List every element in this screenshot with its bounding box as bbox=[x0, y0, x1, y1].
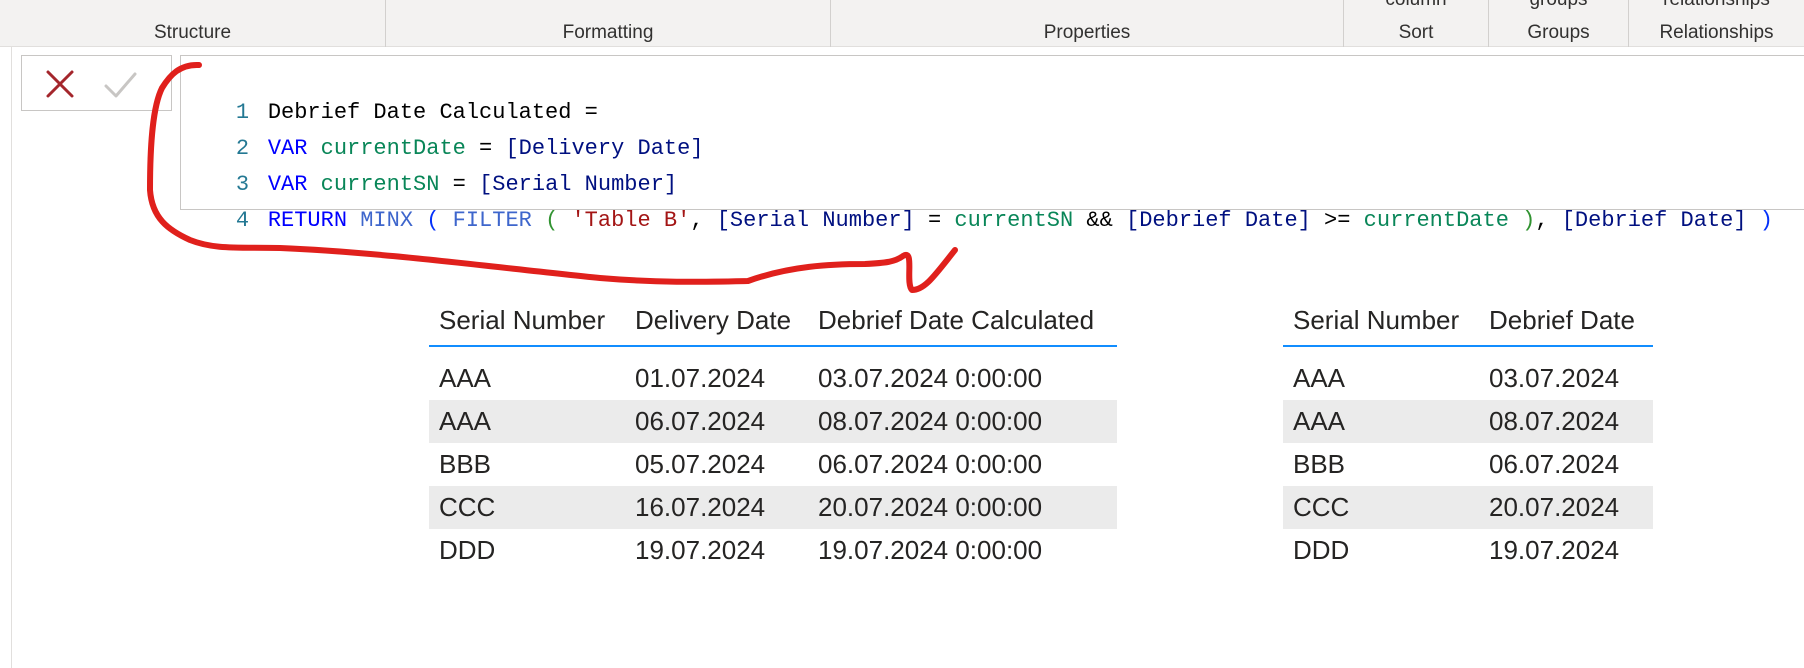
ribbon-group-structure: Structure bbox=[0, 0, 386, 47]
ribbon-group-label: Properties bbox=[1043, 22, 1131, 43]
left-gutter bbox=[11, 47, 12, 668]
code-line-3: 3 VAR currentSN = [Serial Number] bbox=[181, 134, 677, 197]
code-line-2: 2 VAR currentDate = [Delivery Date] bbox=[181, 98, 704, 161]
column-header[interactable]: Debrief Date bbox=[1479, 300, 1635, 340]
comma: , bbox=[690, 208, 704, 233]
table-row: AAA 06.07.2024 08.07.2024 0:00:00 bbox=[429, 400, 1117, 443]
code-line-4: 4 RETURN MINX ( FILTER ( 'Table B', [Seri… bbox=[181, 170, 1773, 233]
operator: && bbox=[1073, 208, 1127, 233]
ribbon-group-label: Groups bbox=[1527, 22, 1590, 43]
table-row: BBB 06.07.2024 bbox=[1283, 443, 1653, 486]
comma: , bbox=[1535, 208, 1549, 233]
table-row: BBB 05.07.2024 06.07.2024 0:00:00 bbox=[429, 443, 1117, 486]
table-cell: CCC bbox=[439, 492, 496, 522]
table-cell: 03.07.2024 bbox=[1489, 363, 1620, 393]
table-cell: BBB bbox=[1293, 449, 1346, 479]
paren: ) bbox=[1522, 208, 1536, 233]
table-cell: 19.07.2024 bbox=[635, 535, 766, 565]
table-row: CCC 16.07.2024 20.07.2024 0:00:00 bbox=[429, 486, 1117, 529]
ribbon: Structure Formatting Properties column S… bbox=[0, 0, 1804, 47]
table-row: CCC 20.07.2024 bbox=[1283, 486, 1653, 529]
operator: = bbox=[914, 208, 955, 233]
ribbon-group-label: Structure bbox=[153, 22, 232, 43]
column-header[interactable]: Serial Number bbox=[1283, 300, 1459, 340]
ribbon-group-label: Formatting bbox=[562, 22, 654, 43]
table-header: Serial Number Debrief Date bbox=[1283, 292, 1653, 347]
ribbon-group-groups: groups Groups bbox=[1489, 0, 1629, 47]
variable: currentDate bbox=[1363, 208, 1509, 233]
line-number: 4 bbox=[235, 208, 250, 233]
data-groups-button[interactable]: groups bbox=[1489, 0, 1628, 11]
table-cell: CCC bbox=[1293, 492, 1350, 522]
column-ref: [Serial Number] bbox=[716, 208, 915, 233]
column-header[interactable]: Serial Number bbox=[429, 300, 605, 340]
ribbon-group-sort: column Sort bbox=[1344, 0, 1489, 47]
table-cell: BBB bbox=[439, 449, 492, 479]
table-cell: 06.07.2024 bbox=[1489, 449, 1620, 479]
table-cell: 19.07.2024 0:00:00 bbox=[818, 535, 1043, 565]
dax-formula-editor[interactable]: 1 Debrief Date Calculated = 2 VAR currentD… bbox=[180, 55, 1804, 233]
table-cell: AAA bbox=[1293, 406, 1346, 436]
table-cell: 05.07.2024 bbox=[635, 449, 766, 479]
column-ref: [Debrief Date] bbox=[1126, 208, 1311, 233]
table-cell: 08.07.2024 0:00:00 bbox=[818, 406, 1043, 436]
table-cell: 03.07.2024 0:00:00 bbox=[818, 363, 1043, 393]
function-name: FILTER bbox=[452, 208, 532, 233]
table-cell: AAA bbox=[439, 363, 492, 393]
table-cell: 06.07.2024 0:00:00 bbox=[818, 449, 1043, 479]
manage-relationships-button[interactable]: relationships bbox=[1629, 0, 1804, 11]
table-cell: 20.07.2024 0:00:00 bbox=[818, 492, 1043, 522]
table-row: AAA 03.07.2024 bbox=[1283, 357, 1653, 400]
table-row: AAA 01.07.2024 03.07.2024 0:00:00 bbox=[429, 357, 1117, 400]
column-header[interactable]: Delivery Date bbox=[625, 300, 791, 340]
ribbon-group-label: Sort bbox=[1398, 22, 1434, 43]
paren: ( bbox=[426, 208, 440, 233]
table-row: DDD 19.07.2024 19.07.2024 0:00:00 bbox=[429, 529, 1117, 572]
sort-by-column-button[interactable]: column bbox=[1344, 0, 1488, 11]
table-cell: 06.07.2024 bbox=[635, 406, 766, 436]
table-cell: 16.07.2024 bbox=[635, 492, 766, 522]
paren: ( bbox=[545, 208, 559, 233]
column-header[interactable]: Debrief Date Calculated bbox=[808, 300, 1094, 340]
ribbon-group-label: Relationships bbox=[1659, 22, 1774, 43]
keyword: RETURN bbox=[267, 208, 348, 233]
check-icon[interactable] bbox=[98, 64, 142, 104]
ribbon-group-formatting: Formatting bbox=[386, 0, 831, 47]
formula-bar-buttons bbox=[21, 55, 172, 111]
table-cell: 01.07.2024 bbox=[635, 363, 766, 393]
paren: ) bbox=[1759, 208, 1773, 233]
code-line-1: 1 Debrief Date Calculated = bbox=[181, 62, 598, 125]
table-cell: 20.07.2024 bbox=[1489, 492, 1620, 522]
function-name: MINX bbox=[360, 208, 414, 233]
table-cell: 08.07.2024 bbox=[1489, 406, 1620, 436]
x-icon[interactable] bbox=[38, 64, 82, 104]
table-visual-a[interactable]: Serial Number Delivery Date Debrief Date… bbox=[429, 292, 1117, 572]
table-cell: AAA bbox=[1293, 363, 1346, 393]
table-cell: AAA bbox=[439, 406, 492, 436]
variable: currentSN bbox=[954, 208, 1074, 233]
ribbon-group-relationships: relationships Relationships bbox=[1629, 0, 1804, 47]
table-cell: DDD bbox=[439, 535, 496, 565]
column-ref: [Debrief Date] bbox=[1561, 208, 1747, 233]
table-ref: 'Table B' bbox=[571, 208, 691, 233]
table-row: AAA 08.07.2024 bbox=[1283, 400, 1653, 443]
table-visual-b[interactable]: Serial Number Debrief Date AAA 03.07.202… bbox=[1283, 292, 1653, 572]
ribbon-group-properties: Properties bbox=[831, 0, 1344, 47]
table-header: Serial Number Delivery Date Debrief Date… bbox=[429, 292, 1117, 347]
table-cell: 19.07.2024 bbox=[1489, 535, 1620, 565]
operator: >= bbox=[1310, 208, 1364, 233]
table-row: DDD 19.07.2024 bbox=[1283, 529, 1653, 572]
table-cell: DDD bbox=[1293, 535, 1350, 565]
